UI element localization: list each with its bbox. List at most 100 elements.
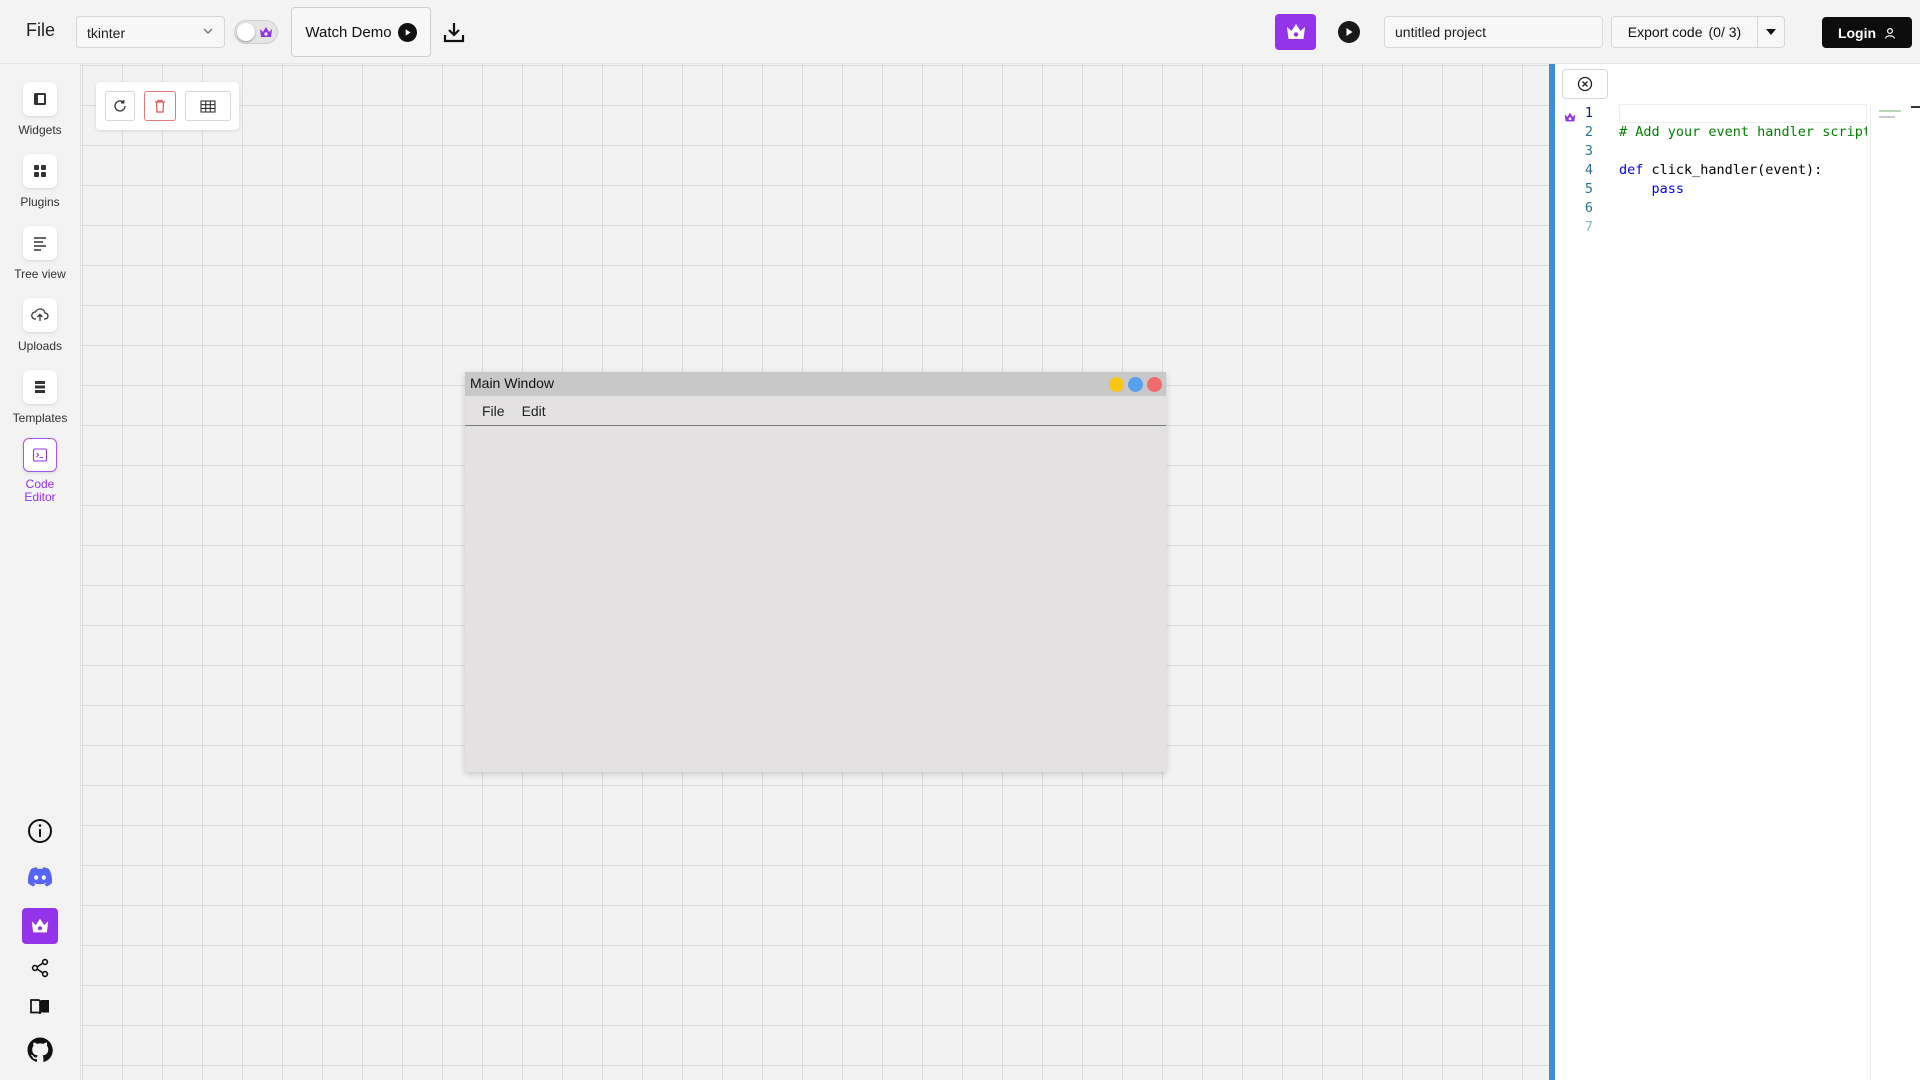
share-icon — [31, 958, 49, 978]
line-number: 6 — [1584, 200, 1593, 216]
code-line: 5 pass — [1555, 180, 1920, 199]
github-button[interactable] — [24, 1034, 56, 1066]
main-window-menubar: File Edit — [465, 396, 1166, 426]
menu-edit[interactable]: Edit — [522, 403, 546, 419]
export-count: (0/ 3) — [1708, 24, 1742, 40]
sidebar-item-label: Templates — [12, 411, 68, 425]
export-code-label: Export code — [1627, 24, 1703, 40]
minimize-dot[interactable] — [1109, 377, 1124, 392]
sidebar-item-plugins[interactable]: Plugins — [0, 154, 80, 209]
toggle-knob — [237, 23, 255, 41]
info-button[interactable] — [24, 815, 56, 847]
file-menu[interactable]: File — [26, 20, 55, 41]
delete-button[interactable] — [144, 91, 176, 121]
crown-icon — [260, 27, 272, 37]
code-editor-icon — [23, 438, 57, 472]
sidebar-item-widgets[interactable]: Widgets — [0, 82, 80, 137]
templates-icon — [23, 370, 57, 404]
code-minimap[interactable] — [1870, 104, 1920, 1080]
share-button[interactable] — [24, 952, 56, 984]
code-editor-panel: 1 2 # Add your event handler script 3 4 … — [1549, 64, 1920, 1080]
code-line: 7 — [1555, 218, 1920, 237]
code-text: pass — [1619, 181, 1685, 197]
main-window-widget[interactable]: Main Window File Edit — [465, 372, 1166, 772]
play-circle-icon — [397, 22, 417, 42]
code-line: 6 — [1555, 199, 1920, 218]
refresh-icon — [114, 100, 126, 112]
download-button[interactable] — [440, 18, 468, 46]
code-text: # Add your event handler script — [1619, 124, 1867, 140]
sidebar-item-tree-view[interactable]: Tree view — [0, 226, 80, 281]
refresh-button[interactable] — [105, 91, 135, 121]
discord-button[interactable] — [24, 861, 56, 893]
discord-icon — [27, 867, 53, 887]
minimap-slider[interactable] — [1911, 106, 1920, 108]
maximize-dot[interactable] — [1128, 377, 1143, 392]
current-line-highlight — [1619, 104, 1867, 123]
tree-view-icon — [23, 226, 57, 260]
user-icon — [1884, 27, 1896, 39]
main-window-titlebar[interactable]: Main Window — [465, 372, 1166, 396]
code-editor[interactable]: 1 2 # Add your event handler script 3 4 … — [1555, 104, 1920, 237]
watch-demo-label: Watch Demo — [305, 23, 392, 41]
line-number: 5 — [1584, 181, 1593, 197]
sidebar-item-label: Tree view — [14, 267, 66, 281]
menu-file[interactable]: File — [482, 403, 505, 419]
canvas-toolbar — [96, 82, 239, 130]
run-button[interactable] — [1338, 21, 1360, 43]
play-icon — [1346, 28, 1353, 36]
minimap-line — [1879, 116, 1895, 118]
login-button[interactable]: Login — [1822, 17, 1912, 48]
download-icon — [443, 23, 465, 43]
premium-button[interactable] — [1275, 14, 1316, 50]
framework-select[interactable]: tkinter — [76, 16, 225, 48]
watch-demo-button[interactable]: Watch Demo — [291, 7, 431, 57]
github-icon — [27, 1037, 53, 1062]
sidebar-item-uploads[interactable]: Uploads — [0, 298, 80, 353]
widgets-icon — [23, 82, 57, 116]
line-number: 7 — [1584, 219, 1593, 235]
code-line: 2 # Add your event handler script — [1555, 123, 1920, 142]
code-line: 4 def click_handler(event): — [1555, 161, 1920, 180]
left-sidebar: Widgets Plugins Tree view Uploads Templa… — [0, 64, 81, 1080]
line-number: 1 — [1584, 105, 1593, 121]
export-code-button[interactable]: Export code (0/ 3) — [1611, 16, 1757, 48]
upload-icon — [23, 298, 57, 332]
premium-toggle[interactable] — [234, 20, 278, 44]
code-line: 1 — [1555, 104, 1920, 123]
code-line: 3 — [1555, 142, 1920, 161]
plugins-icon — [23, 154, 57, 188]
sidebar-item-label: Code Editor — [24, 477, 56, 504]
trash-icon — [155, 99, 165, 113]
line-number: 4 — [1584, 162, 1593, 178]
sidebar-item-code-editor[interactable]: Code Editor — [0, 438, 80, 504]
minimap-line — [1879, 110, 1901, 112]
close-editor-button[interactable] — [1562, 69, 1608, 99]
grid-toggle-button[interactable] — [185, 91, 231, 121]
line-number: 2 — [1584, 124, 1593, 140]
close-dot[interactable] — [1147, 377, 1162, 392]
framework-select-value: tkinter — [87, 25, 126, 41]
chevron-down-icon — [203, 28, 213, 34]
project-name-input[interactable] — [1384, 16, 1603, 48]
docs-button[interactable] — [24, 991, 56, 1023]
grid-icon — [200, 99, 216, 113]
code-text: def click_handler(event): — [1619, 162, 1823, 178]
sidebar-item-templates[interactable]: Templates — [0, 370, 80, 425]
premium-sidebar-button[interactable] — [22, 908, 58, 944]
top-bar: File tkinter Watch Demo Export code (0/ … — [0, 0, 1920, 64]
login-label: Login — [1837, 24, 1877, 41]
sidebar-item-label: Widgets — [18, 123, 62, 137]
crown-icon — [31, 918, 49, 933]
sidebar-item-label: Uploads — [17, 339, 63, 353]
export-dropdown-button[interactable] — [1757, 16, 1785, 48]
line-number: 3 — [1584, 143, 1593, 159]
book-icon — [30, 999, 49, 1015]
info-icon — [28, 819, 52, 843]
close-circle-icon — [1577, 76, 1593, 92]
caret-down-icon — [1766, 29, 1776, 35]
main-window-title: Main Window — [470, 375, 555, 391]
keyword-def: def — [1619, 162, 1644, 178]
crown-icon — [1286, 24, 1305, 39]
sidebar-item-label: Plugins — [20, 195, 60, 209]
